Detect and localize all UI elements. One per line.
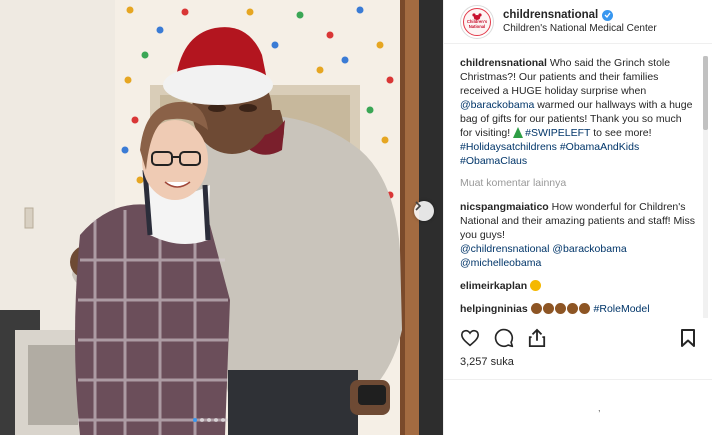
comment-mentions[interactable]: @childrensnational @barackobama [460,243,627,255]
bookmark-icon [681,328,695,347]
account-username[interactable]: childrensnational [503,9,598,21]
comment-username[interactable]: helpingninias [460,303,528,315]
post-actions [460,326,696,352]
comment-username[interactable]: elimeirkaplan [460,280,527,292]
caption-mention[interactable]: @barackobama [460,99,534,111]
caption-username[interactable]: childrensnational [460,57,547,69]
comments-list[interactable]: childrensnational Who said the Grinch st… [460,56,696,318]
comments-scrollbar[interactable] [703,56,708,318]
post-side-panel: Children's National childrensnational Ch… [443,0,712,435]
emoji-face-icon [554,303,566,314]
load-more-comments-button[interactable]: Muat komentar lainnya [460,176,696,190]
carousel-dot [214,418,218,422]
post-caption: childrensnational Who said the Grinch st… [460,56,696,168]
caption-text-3: to see more! [593,127,652,139]
photo-scene [0,0,443,435]
chevron-right-icon [415,201,422,211]
verified-badge-icon [602,9,614,21]
scrollbar-thumb[interactable] [703,56,708,130]
caption-hashtag[interactable]: #ObamaClaus [460,155,527,167]
emoji-face-icon [530,303,542,314]
likes-count[interactable]: 3,257 suka [460,356,514,368]
post-photo[interactable] [0,0,443,435]
carousel-dot [221,418,225,422]
brand-logo: Children's National [463,7,491,36]
carousel-dot [193,418,197,422]
carousel-indicator [193,418,225,422]
divider [444,379,712,380]
comment-hashtag[interactable]: #RoleModel [594,303,650,315]
carousel-dot [200,418,204,422]
save-button[interactable] [680,328,696,351]
comment-username[interactable]: nicspangmaiatico [460,201,549,213]
caption-hashtag[interactable]: #Holidaysatchildrens [460,141,557,153]
location-link[interactable]: Children's National Medical Center [503,23,657,34]
share-icon [528,328,546,347]
next-photo-button[interactable] [414,201,434,221]
post-header: Children's National childrensnational Ch… [444,0,712,44]
comment-item: elimeirkaplan [460,279,696,293]
share-button[interactable] [528,328,546,351]
account-info: childrensnational Children's National Me… [503,9,657,34]
carousel-dot [207,418,211,422]
comment-bubble-icon [494,328,514,347]
comment-item: nicspangmaiatico How wonderful for Child… [460,200,696,270]
comment-mentions[interactable]: @michelleobama [460,257,541,269]
christmas-tree-emoji-icon [513,127,524,138]
emoji-face-icon [530,280,542,291]
avatar[interactable]: Children's National [460,4,494,39]
heart-icon [460,329,480,346]
emoji-face-icon [578,303,590,314]
caption-swipe-tag[interactable]: #SWIPELEFT [525,127,590,139]
comment-button[interactable] [494,328,514,351]
emoji-face-icon [542,303,554,314]
comment-item: helpingninias #RoleModel [460,302,696,316]
caption-hashtag[interactable]: #ObamaAndKids [560,141,639,153]
emoji-face-icon [566,303,578,314]
avatar-text-line2: National [468,24,486,29]
like-button[interactable] [460,329,480,350]
footer-mark: , [598,403,601,413]
